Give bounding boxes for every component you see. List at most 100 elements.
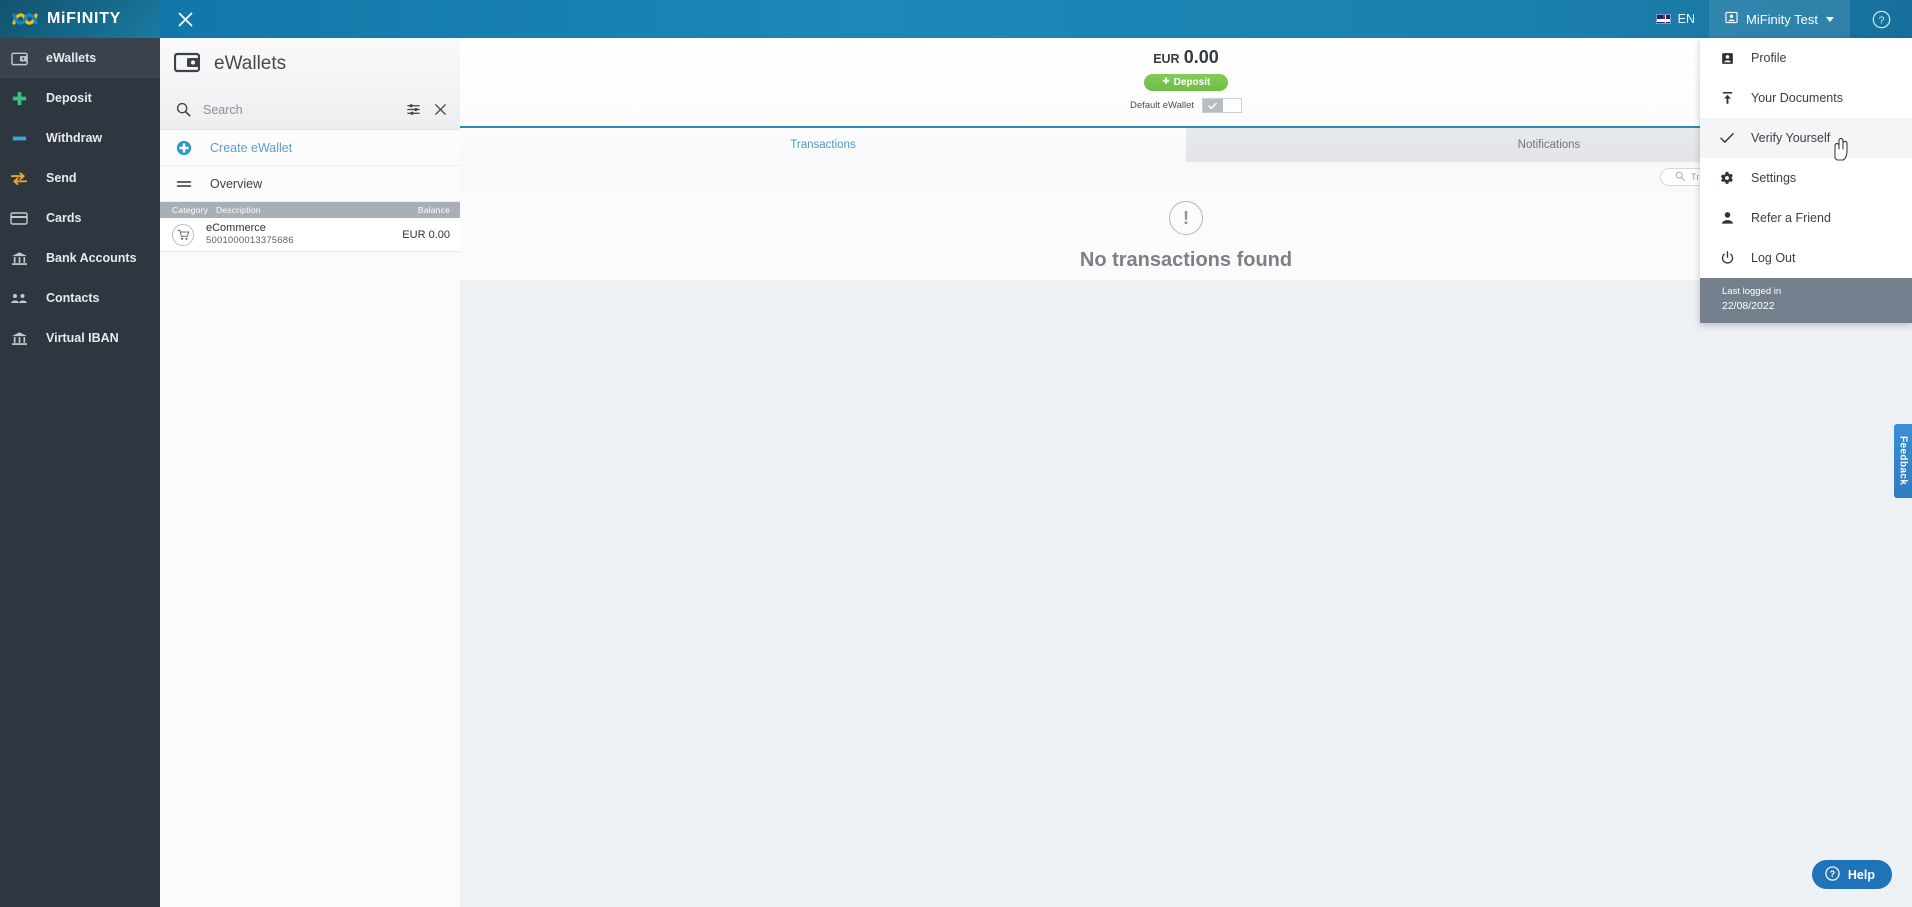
svg-text:?: ? xyxy=(1878,15,1884,26)
search-input[interactable] xyxy=(203,102,394,117)
person-icon xyxy=(1720,211,1734,225)
sidebar-item-bank-accounts[interactable]: Bank Accounts xyxy=(0,238,160,278)
feedback-tab-label: Feedback xyxy=(1897,436,1909,486)
overview-action[interactable]: Overview xyxy=(160,166,460,202)
uk-flag-icon xyxy=(1655,14,1671,24)
exclamation-circle-icon: ! xyxy=(1169,200,1203,235)
plus-circle-icon xyxy=(176,140,192,156)
sidebar-item-virtual-iban[interactable]: Virtual IBAN xyxy=(0,318,160,358)
user-menu-button[interactable]: MiFinity Test xyxy=(1709,0,1850,38)
sidebar-item-label: Cards xyxy=(46,211,82,225)
last-logged-in-footer: Last logged in 22/08/2022 xyxy=(1700,278,1912,323)
ewallets-panel: eWallets Search Create eWallet Overview … xyxy=(160,38,460,907)
sidebar-item-ewallets[interactable]: eWallets xyxy=(0,38,160,78)
sidebar-item-cards[interactable]: Cards xyxy=(0,198,160,238)
wallet-list-item[interactable]: eCommerce 5001000013375686 EUR 0.00 xyxy=(160,218,460,252)
feedback-tab[interactable]: Feedback xyxy=(1894,424,1912,498)
help-button[interactable]: ? Help xyxy=(1811,860,1892,889)
plus-icon xyxy=(1162,77,1170,88)
wallet-icon xyxy=(6,48,32,68)
tune-filter-icon[interactable] xyxy=(406,102,421,117)
tab-transactions[interactable]: Transactions xyxy=(460,128,1186,162)
user-card-icon xyxy=(1720,52,1734,65)
wallet-number: 5001000013375686 xyxy=(206,235,294,247)
sidebar-item-send[interactable]: Send xyxy=(0,158,160,198)
deposit-button[interactable]: Deposit xyxy=(1144,74,1228,91)
bank-icon xyxy=(6,328,32,348)
search-row xyxy=(160,90,460,130)
balance-currency: EUR xyxy=(1153,52,1180,66)
wallet-list-header: Category Description Balance xyxy=(160,202,460,218)
upload-icon xyxy=(1720,91,1734,105)
sidebar-item-label: Send xyxy=(46,171,77,185)
default-ewallet-row: Default eWallet xyxy=(1129,98,1243,113)
menu-item-label: Your Documents xyxy=(1751,91,1843,105)
mifinity-logo-icon xyxy=(12,11,38,27)
search-icon xyxy=(1675,168,1685,186)
check-icon xyxy=(1720,132,1734,144)
menu-item-label: Settings xyxy=(1751,171,1797,185)
transactions-toolbar xyxy=(460,162,1912,192)
language-code: EN xyxy=(1677,12,1695,26)
menu-item-verify-yourself[interactable]: Verify Yourself xyxy=(1700,118,1912,158)
sidebar-item-label: Bank Accounts xyxy=(46,251,137,265)
default-ewallet-label: Default eWallet xyxy=(1129,100,1195,111)
sidebar-item-contacts[interactable]: Contacts xyxy=(0,278,160,318)
contacts-icon xyxy=(6,288,32,308)
wallet-name: eCommerce xyxy=(206,221,266,234)
language-selector[interactable]: EN xyxy=(1642,0,1709,38)
close-icon[interactable] xyxy=(160,0,210,38)
menu-item-profile[interactable]: Profile xyxy=(1700,38,1912,78)
menu-item-refer-a-friend[interactable]: Refer a Friend xyxy=(1700,198,1912,238)
brand-block: MiFINITY xyxy=(0,0,160,38)
card-icon xyxy=(6,208,32,228)
shopping-cart-icon xyxy=(172,223,194,246)
wallet-info: eCommerce 5001000013375686 xyxy=(206,222,402,248)
empty-state: ! No transactions found xyxy=(460,192,1912,280)
menu-item-your-documents[interactable]: Your Documents xyxy=(1700,78,1912,118)
header-balance: Balance xyxy=(417,205,450,215)
sidebar-item-label: Contacts xyxy=(46,291,100,305)
last-logged-in-date: 22/08/2022 xyxy=(1722,299,1775,312)
default-ewallet-toggle[interactable] xyxy=(1202,98,1243,113)
menu-item-label: Refer a Friend xyxy=(1751,211,1831,225)
last-logged-in-label: Last logged in xyxy=(1722,286,1782,297)
header-category: Category xyxy=(172,205,209,215)
panel-header: eWallets xyxy=(160,38,460,90)
menu-item-label: Verify Yourself xyxy=(1751,131,1831,145)
minus-icon xyxy=(6,128,32,148)
create-ewallet-action[interactable]: Create eWallet xyxy=(160,130,460,166)
search-icon xyxy=(176,102,191,117)
wallet-balance: EUR 0.00 xyxy=(402,228,450,241)
help-button-label: Help xyxy=(1847,867,1875,882)
help-circle-icon[interactable]: ? xyxy=(1850,0,1912,38)
bank-icon xyxy=(6,248,32,268)
overview-label: Overview xyxy=(210,176,263,191)
main-content: EUR 0.00 Deposit Default eWallet Transac… xyxy=(460,38,1912,907)
tab-label: Notifications xyxy=(1517,139,1581,151)
sidebar-item-withdraw[interactable]: Withdraw xyxy=(0,118,160,158)
question-circle-icon: ? xyxy=(1825,865,1840,884)
menu-item-settings[interactable]: Settings xyxy=(1700,158,1912,198)
user-dropdown-menu: Profile Your Documents Verify Yourself S… xyxy=(1700,38,1912,323)
tab-label: Transactions xyxy=(790,139,856,151)
brand-name: MiFINITY xyxy=(47,10,122,27)
chevron-down-icon xyxy=(1826,16,1834,22)
user-menu-label: MiFinity Test xyxy=(1746,11,1818,27)
sidebar-item-deposit[interactable]: Deposit xyxy=(0,78,160,118)
svg-text:?: ? xyxy=(1830,868,1835,878)
top-header-bar: MiFINITY EN MiFinity Test ? xyxy=(0,0,1912,38)
empty-state-message: No transactions found xyxy=(1079,248,1293,271)
power-icon xyxy=(1720,251,1734,265)
wallet-icon xyxy=(173,51,201,78)
menu-item-label: Profile xyxy=(1751,51,1787,65)
menu-item-log-out[interactable]: Log Out xyxy=(1700,238,1912,278)
clear-search-icon[interactable] xyxy=(433,102,448,117)
sidebar-item-label: Virtual IBAN xyxy=(46,331,119,345)
balance-amount: 0.00 xyxy=(1183,47,1219,67)
exclamation-symbol: ! xyxy=(1183,207,1189,228)
transfer-arrows-icon xyxy=(6,168,32,188)
create-ewallet-label: Create eWallet xyxy=(210,140,293,155)
header-main: EN MiFinity Test ? xyxy=(160,0,1912,38)
content-tabs: Transactions Notifications xyxy=(460,128,1912,162)
